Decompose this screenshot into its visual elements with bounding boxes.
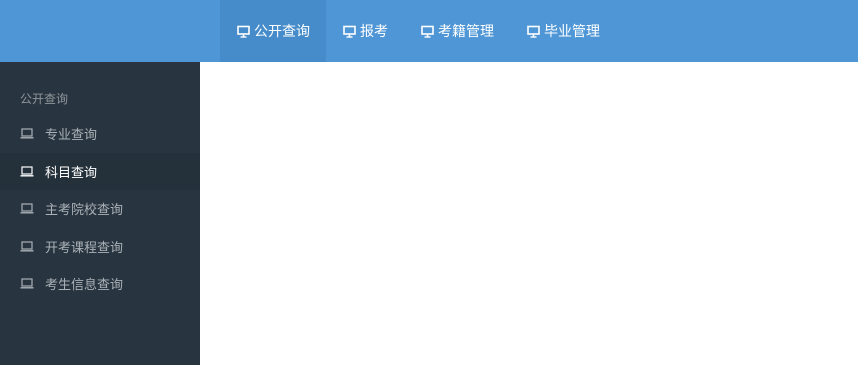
- top-nav-label: 报考: [360, 24, 388, 40]
- laptop-icon: [20, 128, 34, 140]
- sidebar-item-label: 考生信息查询: [45, 278, 124, 294]
- monitor-icon: [420, 24, 434, 38]
- top-nav-menu: 公开查询 报考 考籍管理 毕业管理: [220, 0, 616, 62]
- sidebar-item-label: 开考课程查询: [45, 240, 124, 256]
- sidebar-menu: 专业查询 科目查询 主考院校查询 开考课程查询 考生信息查询: [0, 115, 200, 303]
- top-nav-registration[interactable]: 报考: [326, 0, 404, 62]
- top-nav-label: 考籍管理: [438, 24, 494, 40]
- top-nav-graduation-management[interactable]: 毕业管理: [510, 0, 616, 62]
- top-nav-label: 毕业管理: [544, 24, 600, 40]
- top-nav-public-query[interactable]: 公开查询: [220, 0, 326, 62]
- sidebar-item-candidate-info-query[interactable]: 考生信息查询: [0, 265, 200, 303]
- top-nav-label: 公开查询: [254, 24, 310, 40]
- monitor-icon: [526, 24, 540, 38]
- sidebar-item-label: 专业查询: [45, 128, 98, 144]
- sidebar-item-course-query[interactable]: 开考课程查询: [0, 228, 200, 266]
- laptop-icon: [20, 278, 34, 290]
- laptop-icon: [20, 240, 34, 252]
- sidebar-heading: 公开查询: [20, 92, 69, 106]
- monitor-icon: [236, 24, 250, 38]
- sidebar-item-subject-query[interactable]: 科目查询: [0, 152, 200, 190]
- logo-area: [0, 0, 220, 62]
- main-content-area: [200, 62, 858, 365]
- top-navigation-bar: 公开查询 报考 考籍管理 毕业管理: [0, 0, 858, 62]
- sidebar-item-label: 科目查询: [45, 165, 98, 181]
- sidebar-item-label: 主考院校查询: [45, 203, 124, 219]
- sidebar: 公开查询 专业查询 科目查询 主考院校查询 开考课程查询 考生信息查询: [0, 62, 200, 365]
- laptop-icon: [20, 203, 34, 215]
- sidebar-item-major-query[interactable]: 专业查询: [0, 115, 200, 153]
- app-page: 公开查询 报考 考籍管理 毕业管理 公开查询 专业查询 科目查询 主考院校查询 …: [0, 0, 858, 365]
- monitor-icon: [342, 24, 356, 38]
- laptop-icon: [20, 165, 34, 177]
- sidebar-item-host-college-query[interactable]: 主考院校查询: [0, 190, 200, 228]
- top-nav-exam-record-management[interactable]: 考籍管理: [404, 0, 510, 62]
